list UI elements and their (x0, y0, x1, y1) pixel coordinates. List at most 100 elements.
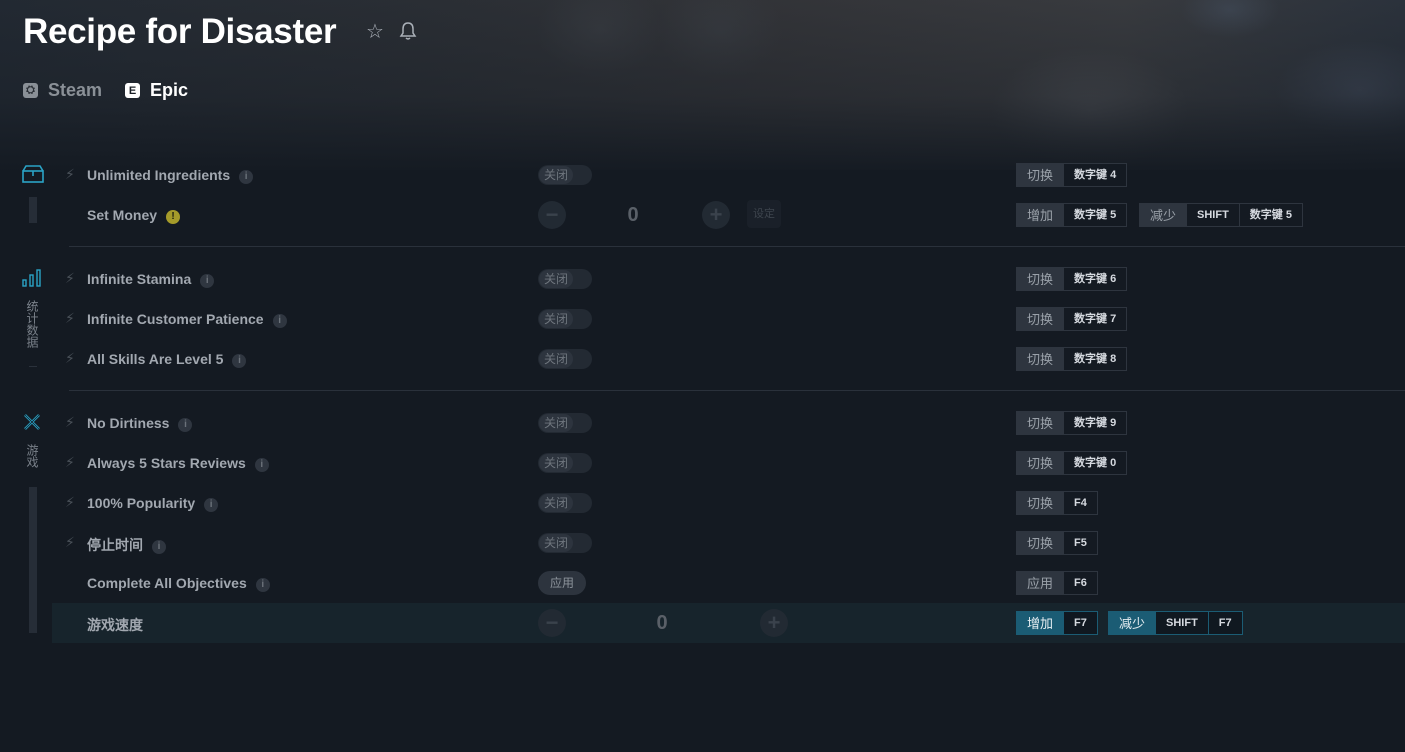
hotkey-action[interactable]: 切换 (1016, 451, 1065, 475)
hotkey-group[interactable]: 应用 F6 (1016, 571, 1098, 595)
increase-button[interactable]: + (760, 609, 788, 637)
hotkey-group[interactable]: 增加 F7 (1016, 611, 1098, 635)
decrease-button[interactable]: − (538, 201, 566, 229)
hotkey-group[interactable]: 切换 数字键 9 (1016, 411, 1128, 435)
cheat-label: Set Money (87, 207, 158, 223)
decrease-button[interactable]: − (538, 609, 566, 637)
hotkey-key[interactable]: 数字键 0 (1064, 451, 1128, 475)
info-icon[interactable]: i (239, 170, 254, 184)
hotkey-key[interactable]: F7 (1208, 611, 1243, 635)
info-icon[interactable]: i (152, 540, 166, 554)
hotkey-key[interactable]: 数字键 9 (1064, 411, 1128, 435)
hotkey-key[interactable]: 数字键 7 (1064, 307, 1128, 331)
crossed-tools-icon[interactable] (22, 412, 42, 437)
hotkey-group[interactable]: 减少 SHIFT F7 (1108, 611, 1243, 635)
bolt-icon: ⚡ (65, 454, 75, 470)
warning-icon[interactable]: ! (166, 210, 181, 224)
toggle-label: 关闭 (539, 494, 573, 512)
toggle-label: 关闭 (539, 454, 573, 472)
hotkey-key[interactable]: F7 (1064, 611, 1098, 635)
hotkey-action[interactable]: 切换 (1016, 531, 1065, 555)
hotkey-action[interactable]: 减少 (1139, 203, 1188, 227)
bolt-icon: ⚡ (65, 350, 75, 366)
bolt-icon: ⚡ (65, 310, 75, 326)
bar-chart-icon[interactable] (22, 269, 42, 292)
hotkey-key[interactable]: SHIFT (1156, 611, 1209, 635)
cheat-toggle[interactable]: 关闭 (538, 413, 592, 433)
cheat-row: ⚡ No Dirtiness i 关闭 切换 数字键 9 (52, 403, 1405, 443)
increase-button[interactable]: + (702, 201, 730, 229)
cheat-name: Infinite Customer Patience i (87, 311, 287, 328)
hotkey-group[interactable]: 切换 F5 (1016, 531, 1098, 555)
cheat-toggle[interactable]: 关闭 (538, 493, 592, 513)
info-icon[interactable]: i (200, 274, 215, 288)
hotkey-group[interactable]: 切换 数字键 6 (1016, 267, 1128, 291)
hotkey-group[interactable]: 增加 数字键 5 (1016, 203, 1128, 227)
cheat-toggle[interactable]: 关闭 (538, 165, 592, 185)
platform-tab-epic[interactable]: E Epic (125, 80, 188, 101)
cheat-row-selected[interactable]: 游戏速度 − 0 + 增加 F7 减少 SHIFT F7 (52, 603, 1405, 643)
hotkey-action[interactable]: 增加 (1016, 203, 1065, 227)
cheat-row: ⚡ Infinite Customer Patience i 关闭 切换 数字键 … (52, 299, 1405, 339)
hotkey-action[interactable]: 减少 (1108, 611, 1157, 635)
hotkey-key[interactable]: F4 (1064, 491, 1098, 515)
sidebar-label-stats[interactable]: 统计数据 (24, 300, 40, 348)
sidebar-divider (29, 366, 37, 367)
cheat-toggle[interactable]: 关闭 (538, 349, 592, 369)
cheat-row: Complete All Objectives i 应用 应用 F6 (52, 563, 1405, 603)
hotkey-group[interactable]: 切换 数字键 4 (1016, 163, 1128, 187)
hotkey-group[interactable]: 切换 F4 (1016, 491, 1098, 515)
hotkey-action[interactable]: 切换 (1016, 307, 1065, 331)
hotkey-group[interactable]: 切换 数字键 8 (1016, 347, 1128, 371)
hotkey-action[interactable]: 切换 (1016, 491, 1065, 515)
value-display[interactable]: 0 (642, 612, 682, 635)
chest-icon[interactable] (22, 165, 44, 188)
cheat-name: No Dirtiness i (87, 415, 193, 432)
hotkey-action[interactable]: 切换 (1016, 347, 1065, 371)
info-icon[interactable]: i (204, 498, 219, 512)
hotkey-key[interactable]: 数字键 6 (1064, 267, 1128, 291)
apply-button[interactable]: 应用 (538, 571, 586, 595)
sidebar-scroll-track (29, 487, 37, 633)
hotkey-group[interactable]: 切换 数字键 7 (1016, 307, 1128, 331)
hotkey-key[interactable]: F5 (1064, 531, 1098, 555)
hotkey-action[interactable]: 切换 (1016, 267, 1065, 291)
cheat-label: Infinite Customer Patience (87, 311, 264, 327)
hotkey-group[interactable]: 减少 SHIFT 数字键 5 (1139, 203, 1303, 227)
value-display[interactable]: 0 (613, 204, 653, 227)
hotkey-key[interactable]: 数字键 5 (1064, 203, 1128, 227)
game-title: Recipe for Disaster (23, 12, 337, 51)
info-icon[interactable]: i (254, 458, 269, 472)
cheat-row: ⚡ All Skills Are Level 5 i 关闭 切换 数字键 8 (52, 339, 1405, 379)
hotkey-key[interactable]: 数字键 5 (1239, 203, 1303, 227)
notification-bell-icon[interactable] (399, 21, 417, 46)
hotkey-key[interactable]: SHIFT (1187, 203, 1240, 227)
set-button[interactable]: 设定 (747, 200, 781, 228)
hotkey-key[interactable]: 数字键 8 (1064, 347, 1128, 371)
info-icon[interactable]: i (178, 418, 193, 432)
toggle-label: 关闭 (539, 270, 573, 288)
bolt-icon: ⚡ (65, 414, 75, 430)
toggle-label: 关闭 (539, 350, 573, 368)
hotkey-action[interactable]: 应用 (1016, 571, 1065, 595)
hotkey-action[interactable]: 增加 (1016, 611, 1065, 635)
favorite-star-icon[interactable]: ☆ (366, 19, 384, 44)
cheat-toggle[interactable]: 关闭 (538, 453, 592, 473)
cheat-label: 游戏速度 (87, 617, 143, 633)
cheat-name: 游戏速度 (87, 615, 143, 635)
steam-icon: ⛭ (23, 83, 38, 98)
cheat-toggle[interactable]: 关闭 (538, 309, 592, 329)
info-icon[interactable]: i (232, 354, 247, 368)
sidebar-label-game[interactable]: 游戏 (24, 444, 40, 468)
info-icon[interactable]: i (255, 578, 270, 592)
hotkey-action[interactable]: 切换 (1016, 411, 1065, 435)
info-icon[interactable]: i (272, 314, 287, 328)
cheat-toggle[interactable]: 关闭 (538, 533, 592, 553)
hotkey-key[interactable]: F6 (1064, 571, 1098, 595)
hotkey-action[interactable]: 切换 (1016, 163, 1065, 187)
cheat-toggle[interactable]: 关闭 (538, 269, 592, 289)
hotkey-group[interactable]: 切换 数字键 0 (1016, 451, 1128, 475)
sidebar-scroll-track (29, 197, 37, 223)
platform-tab-steam[interactable]: ⛭ Steam (23, 80, 102, 101)
hotkey-key[interactable]: 数字键 4 (1064, 163, 1128, 187)
